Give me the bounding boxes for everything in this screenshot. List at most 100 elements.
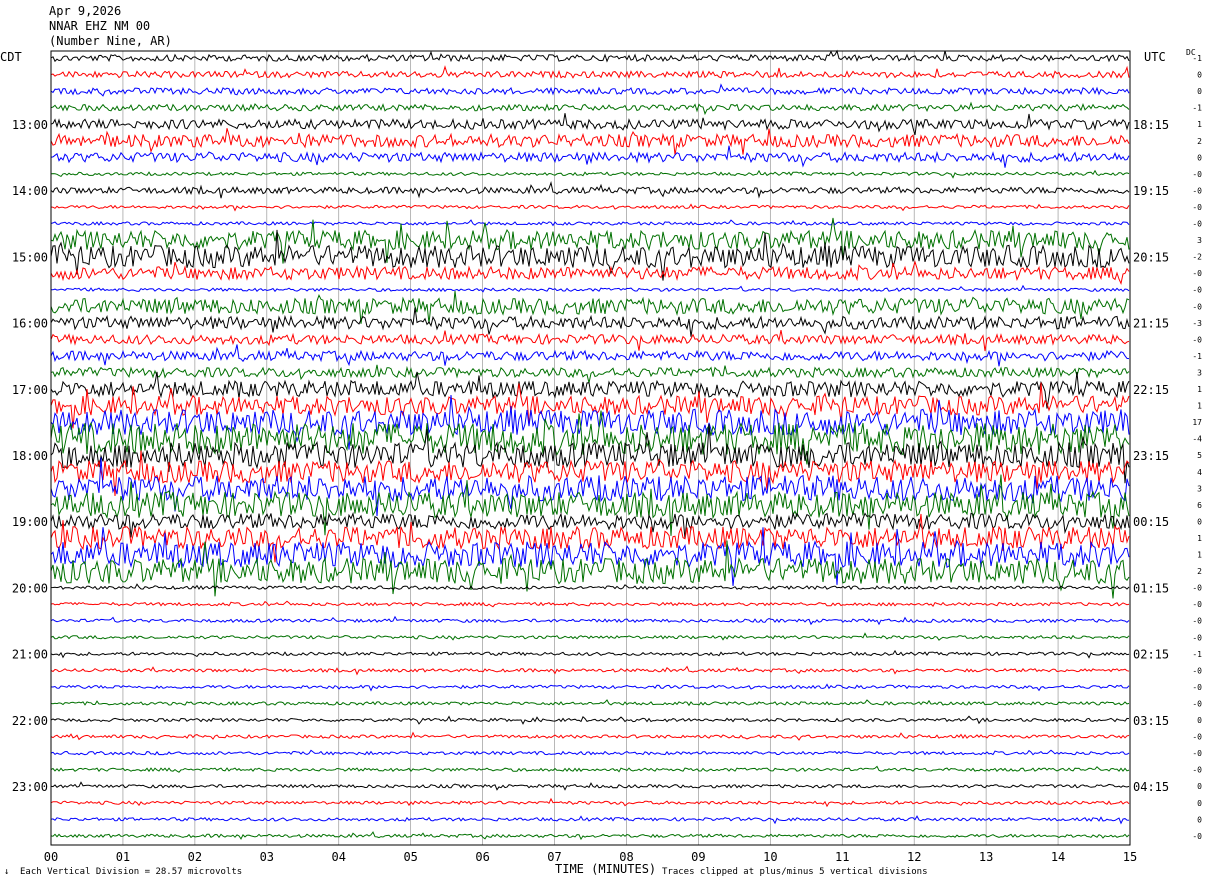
dc-offset-value: -0	[1192, 335, 1202, 344]
dc-offset-value: 2	[1197, 137, 1202, 146]
seismic-trace	[50, 749, 1130, 756]
dc-offset-value: 2	[1197, 567, 1202, 576]
seismic-trace	[50, 815, 1130, 825]
seismic-trace	[50, 83, 1130, 97]
local-hour-label: 13:00	[12, 118, 48, 132]
utc-hour-label: 01:15	[1133, 581, 1169, 595]
vertical-division-scale: Each Vertical Division = 28.57 microvolt…	[20, 867, 243, 877]
dc-offset-value: 0	[1197, 799, 1202, 808]
seismic-trace	[50, 364, 1130, 384]
local-hour-label: 23:00	[12, 780, 48, 794]
seismic-trace	[50, 781, 1130, 791]
dc-offset-value: -4	[1192, 435, 1202, 444]
dc-offset-value: 3	[1197, 368, 1202, 377]
dc-offset-value: -3	[1192, 319, 1202, 328]
x-tick-label: 14	[1051, 850, 1065, 864]
seismic-trace	[50, 219, 1130, 227]
seismic-trace	[50, 307, 1130, 337]
utc-hour-label: 02:15	[1133, 648, 1169, 662]
x-tick-label: 10	[763, 850, 777, 864]
seismic-trace	[50, 101, 1130, 116]
local-hour-label: 17:00	[12, 383, 48, 397]
seismic-trace	[50, 330, 1130, 352]
seismic-trace	[50, 113, 1130, 136]
seismic-trace	[50, 699, 1130, 707]
seismic-trace	[50, 615, 1130, 626]
utc-hour-label: 19:15	[1133, 184, 1169, 198]
seismic-trace	[50, 683, 1130, 692]
x-tick-label: 06	[475, 850, 489, 864]
local-hour-label: 18:00	[12, 449, 48, 463]
seismic-trace	[50, 540, 1130, 599]
local-hour-label: 22:00	[12, 714, 48, 728]
dc-offset-value: -0	[1192, 170, 1202, 179]
x-tick-label: 05	[403, 850, 417, 864]
utc-hour-label: 00:15	[1133, 515, 1169, 529]
dc-offset-value: -0	[1192, 286, 1202, 295]
seismic-trace	[50, 284, 1130, 293]
dc-offset-value: 1	[1197, 385, 1202, 394]
seismic-trace	[50, 394, 1130, 450]
seismogram-chart: 00 01 02 03 04 05 06 07 08 09 10 11 12 13 14 15-100-112…	[12, 49, 1202, 864]
seismic-trace	[50, 203, 1130, 212]
dc-offset-value: -0	[1192, 203, 1202, 212]
x-tick-label: 11	[835, 850, 849, 864]
dc-offset-value: 0	[1197, 716, 1202, 725]
dc-offset-value: 1	[1197, 534, 1202, 543]
local-hour-label: 19:00	[12, 515, 48, 529]
dc-offset-value: 0	[1197, 153, 1202, 162]
dc-offset-value: -0	[1192, 733, 1202, 742]
dc-offset-value: 3	[1197, 236, 1202, 245]
footer-down-arrow: ↓	[4, 867, 10, 877]
utc-hour-label: 21:15	[1133, 317, 1169, 331]
trace-group	[50, 49, 1130, 841]
seismic-trace	[50, 715, 1130, 725]
utc-hour-label: 23:15	[1133, 449, 1169, 463]
utc-hour-label: 18:15	[1133, 118, 1169, 132]
dc-offset-value: -0	[1192, 302, 1202, 311]
local-hour-label: 15:00	[12, 250, 48, 264]
dc-offset-value: -0	[1192, 617, 1202, 626]
dc-offset-value: 3	[1197, 484, 1202, 493]
dc-offset-value: 4	[1197, 468, 1202, 477]
dc-offset-value: 6	[1197, 501, 1202, 510]
seismic-trace	[50, 665, 1130, 676]
dc-offset-value: 1	[1197, 402, 1202, 411]
x-tick-label: 00	[44, 850, 58, 864]
dc-offset-value: -1	[1192, 104, 1202, 113]
seismic-trace	[50, 128, 1130, 155]
dc-offset-value: -0	[1192, 600, 1202, 609]
utc-hour-label: 04:15	[1133, 780, 1169, 794]
dc-offset-value: 1	[1197, 120, 1202, 129]
dc-offset-value: -2	[1192, 253, 1202, 262]
seismic-trace	[50, 731, 1130, 741]
x-tick-label: 04	[332, 850, 346, 864]
minute-grid	[122, 51, 1059, 845]
dc-offset-value: 17	[1192, 418, 1202, 427]
seismic-trace	[50, 145, 1130, 168]
x-tick-label: 09	[691, 850, 705, 864]
dc-offset-value: -0	[1192, 220, 1202, 229]
utc-hour-label: 03:15	[1133, 714, 1169, 728]
dc-offset-value: 0	[1197, 71, 1202, 80]
clipping-note: Traces clipped at plus/minus 5 vertical …	[662, 867, 928, 877]
local-hour-label: 21:00	[12, 648, 48, 662]
dc-offset-value: 0	[1197, 517, 1202, 526]
dc-offset-value: -0	[1192, 699, 1202, 708]
x-tick-label: 12	[907, 850, 921, 864]
dc-offset-value: 0	[1197, 815, 1202, 824]
seismic-trace	[50, 65, 1130, 80]
dc-offset-value: -0	[1192, 269, 1202, 278]
seismic-trace	[50, 831, 1130, 841]
dc-offset-value: -1	[1192, 352, 1202, 361]
seismic-trace	[50, 632, 1130, 641]
local-hour-label: 16:00	[12, 317, 48, 331]
seismic-trace	[50, 649, 1130, 659]
x-tick-label: 03	[260, 850, 274, 864]
seismic-trace	[50, 583, 1130, 591]
utc-hour-label: 20:15	[1133, 250, 1169, 264]
x-tick-label: 02	[188, 850, 202, 864]
dc-offset-value: -1	[1192, 54, 1202, 63]
dc-offset-value: -0	[1192, 666, 1202, 675]
dc-offset-value: 1	[1197, 551, 1202, 560]
